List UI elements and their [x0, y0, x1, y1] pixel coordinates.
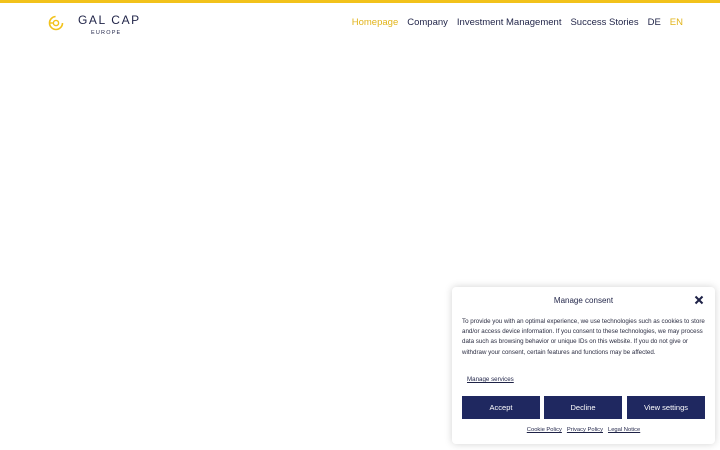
close-icon[interactable] — [694, 295, 704, 305]
logo-wordmark: GAL CAP — [78, 13, 141, 27]
manage-services-link[interactable]: Manage services — [467, 376, 514, 383]
galcap-logo-icon — [48, 15, 64, 31]
accept-button[interactable]: Accept — [462, 396, 540, 419]
decline-button[interactable]: Decline — [544, 396, 622, 419]
main-navigation: Homepage Company Investment Management S… — [352, 17, 683, 28]
nav-company[interactable]: Company — [407, 17, 448, 28]
nav-success-stories[interactable]: Success Stories — [570, 17, 638, 28]
legal-notice-link[interactable]: Legal Notice — [608, 427, 640, 433]
view-settings-button[interactable]: View settings — [627, 396, 705, 419]
nav-homepage[interactable]: Homepage — [352, 17, 398, 28]
nav-lang-de[interactable]: DE — [648, 17, 661, 28]
cookie-policy-link[interactable]: Cookie Policy — [527, 427, 562, 433]
consent-description: To provide you with an optimal experienc… — [462, 318, 705, 356]
consent-footer-links: Cookie Policy Privacy Policy Legal Notic… — [452, 427, 715, 433]
consent-title: Manage consent — [553, 296, 614, 305]
nav-lang-en[interactable]: EN — [670, 17, 683, 28]
top-accent-bar — [0, 0, 720, 3]
privacy-policy-link[interactable]: Privacy Policy — [567, 427, 603, 433]
nav-investment-management[interactable]: Investment Management — [457, 17, 562, 28]
logo-subtitle: EUROPE — [91, 30, 122, 36]
consent-dialog: Manage consent To provide you with an op… — [452, 287, 715, 444]
site-logo[interactable]: GAL CAP EUROPE — [48, 13, 158, 39]
